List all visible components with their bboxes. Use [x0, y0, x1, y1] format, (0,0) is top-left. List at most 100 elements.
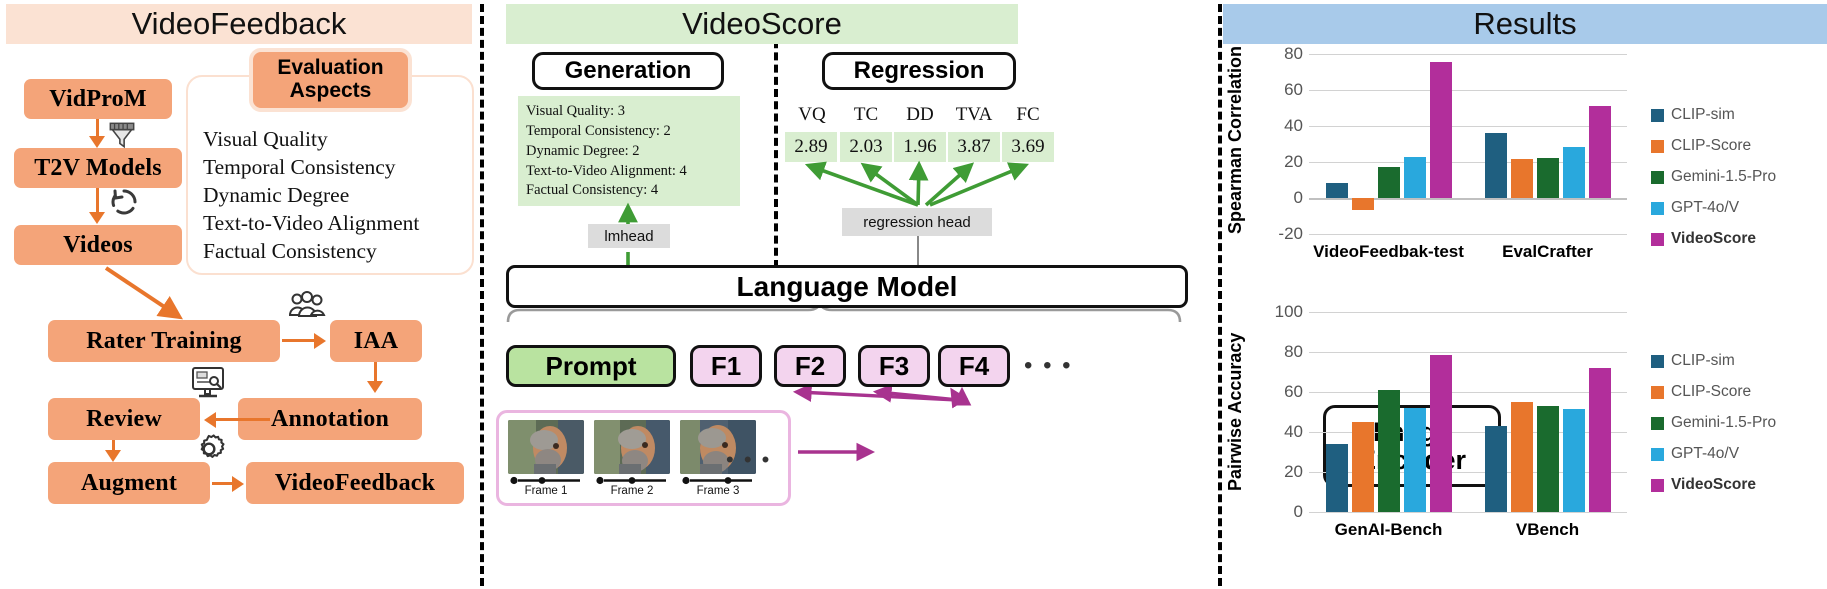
- y-axis-tick: 40: [1284, 116, 1303, 135]
- y-axis-tick: 20: [1284, 462, 1303, 481]
- funnel-icon: [109, 122, 135, 149]
- aspect-item: Factual Consistency: [203, 238, 377, 263]
- score-head-vq: VQ: [798, 104, 826, 125]
- frame-item-2: Frame 2: [594, 420, 670, 497]
- legend-swatch: [1651, 201, 1664, 215]
- token-f1-label: F1: [710, 350, 742, 381]
- generation-label-box: Generation: [532, 52, 724, 90]
- regression-head-label: regression head: [863, 213, 971, 231]
- arrowhead-review-to-augment: [105, 450, 121, 462]
- legend-swatch: [1651, 385, 1664, 399]
- regression-head-badge: regression head: [842, 208, 992, 236]
- legend-swatch: [1651, 354, 1664, 368]
- videofeedback-title: VideoFeedback: [131, 6, 347, 41]
- gridline: [1309, 392, 1627, 393]
- videoscore-title: VideoScore: [682, 6, 842, 41]
- aspect-item: Dynamic Degree: [203, 182, 350, 207]
- legend-swatch: [1651, 232, 1664, 246]
- node-iaa-label: IAA: [353, 327, 399, 354]
- refresh-cycle-icon: [111, 189, 137, 215]
- results-title: Results: [1473, 6, 1577, 41]
- y-axis-tick: 60: [1284, 382, 1303, 401]
- token-prompt-label: Prompt: [545, 350, 637, 381]
- legend-item: CLIP-sim: [1651, 106, 1735, 124]
- bar: [1536, 157, 1559, 198]
- y-axis-tick: 0: [1293, 188, 1303, 207]
- language-model-box: Language Model: [506, 265, 1188, 308]
- arrow-reghead-to-tva: [924, 162, 975, 207]
- bar: [1510, 402, 1533, 512]
- gridline: [1309, 512, 1627, 513]
- score-head-fc: FC: [1016, 104, 1040, 125]
- separator-right: [1218, 4, 1222, 586]
- legend-item: GPT-4o/V: [1651, 445, 1739, 463]
- y-axis-title: Pairwise Accuracy: [1225, 332, 1245, 492]
- frame-caption-3: Frame 3: [696, 485, 740, 497]
- arrow-augment-to-videofeedback: [212, 482, 234, 485]
- y-axis-tick: 80: [1284, 44, 1303, 63]
- gridline: [1309, 54, 1627, 55]
- arrow-rater-to-iaa: [282, 339, 316, 342]
- token-f2: F2: [774, 345, 846, 387]
- arrow-reghead-to-tc: [860, 162, 920, 207]
- lmhead-badge: lmhead: [588, 224, 670, 248]
- gridline: [1309, 90, 1627, 91]
- regression-label: Regression: [853, 57, 985, 84]
- bar: [1325, 182, 1348, 198]
- node-videofeedback: VideoFeedback: [246, 462, 464, 504]
- videoscore-title-bar: VideoScore: [506, 4, 1018, 44]
- node-review-label: Review: [86, 405, 162, 432]
- legend-item: CLIP-Score: [1651, 137, 1751, 155]
- score-value-fc: 3.69: [1002, 132, 1054, 162]
- score-value-tva: 3.87: [948, 132, 1000, 162]
- score-value-vq: 2.89: [785, 132, 837, 162]
- legend-item: CLIP-sim: [1651, 352, 1735, 370]
- aspect-item: Temporal Consistency: [203, 154, 396, 179]
- bar: [1403, 408, 1426, 512]
- generation-line: Factual Consistency: 4: [526, 182, 659, 199]
- panel-results: Results Spearman Correlation 80 60 40 20 0 -20…: [1223, 0, 1827, 589]
- node-augment: Augment: [48, 462, 210, 504]
- panel-videoscore: VideoScore Generation Visual Quality: 3 …: [478, 0, 1501, 589]
- legend-label: GPT-4o/V: [1671, 199, 1740, 216]
- legend-label: VideoScore: [1671, 230, 1757, 247]
- node-annotation-label: Annotation: [270, 405, 390, 432]
- score-head-tva: TVA: [955, 104, 993, 125]
- y-axis-tick: 60: [1284, 80, 1303, 99]
- token-f1: F1: [690, 345, 762, 387]
- legend-item: CLIP-Score: [1651, 383, 1751, 401]
- token-f4-label: F4: [958, 350, 990, 381]
- y-axis-tick: 20: [1284, 152, 1303, 171]
- score-value-tc: 2.03: [840, 132, 892, 162]
- evaluation-aspects-list: Visual Quality Temporal Consistency Dyna…: [203, 126, 478, 266]
- score-head-dd: DD: [906, 104, 934, 125]
- node-augment-label: Augment: [80, 469, 178, 496]
- bar: [1429, 355, 1452, 512]
- bar: [1562, 409, 1585, 512]
- regression-label-box: Regression: [822, 52, 1016, 90]
- x-axis-category-label: VBench: [1515, 520, 1580, 539]
- frame-caption-2: Frame 2: [610, 485, 654, 497]
- bar: [1562, 146, 1585, 198]
- generation-line: Visual Quality: 3: [526, 103, 626, 119]
- monitor-review-icon: [192, 367, 224, 398]
- token-f4: F4: [938, 345, 1010, 387]
- y-axis-tick: -20: [1278, 224, 1303, 243]
- y-axis-tick: 80: [1284, 342, 1303, 361]
- node-t2v-models: T2V Models: [14, 148, 182, 188]
- evaluation-aspects-badge: Evaluation Aspects: [249, 48, 412, 112]
- legend-label: CLIP-Score: [1671, 137, 1752, 154]
- y-axis-title: Spearman Correlation: [1225, 45, 1245, 234]
- panel-videofeedback: VideoFeedback Evaluation Aspects Visual …: [0, 0, 478, 589]
- aspect-item: Text-to-Video Alignment: [203, 210, 420, 235]
- separator-mid: [774, 28, 778, 268]
- lmhead-label: lmhead: [604, 227, 654, 245]
- gridline: [1309, 352, 1627, 353]
- videofeedback-title-bar: VideoFeedback: [6, 4, 472, 44]
- arrow-vidprom-to-t2v: [96, 119, 99, 137]
- bar: [1588, 106, 1611, 198]
- legend-label: CLIP-sim: [1671, 106, 1735, 123]
- frame-scrubber-1: [510, 476, 580, 485]
- evaluation-aspects-line2: Aspects: [289, 79, 372, 102]
- y-axis-tick: 0: [1293, 502, 1303, 521]
